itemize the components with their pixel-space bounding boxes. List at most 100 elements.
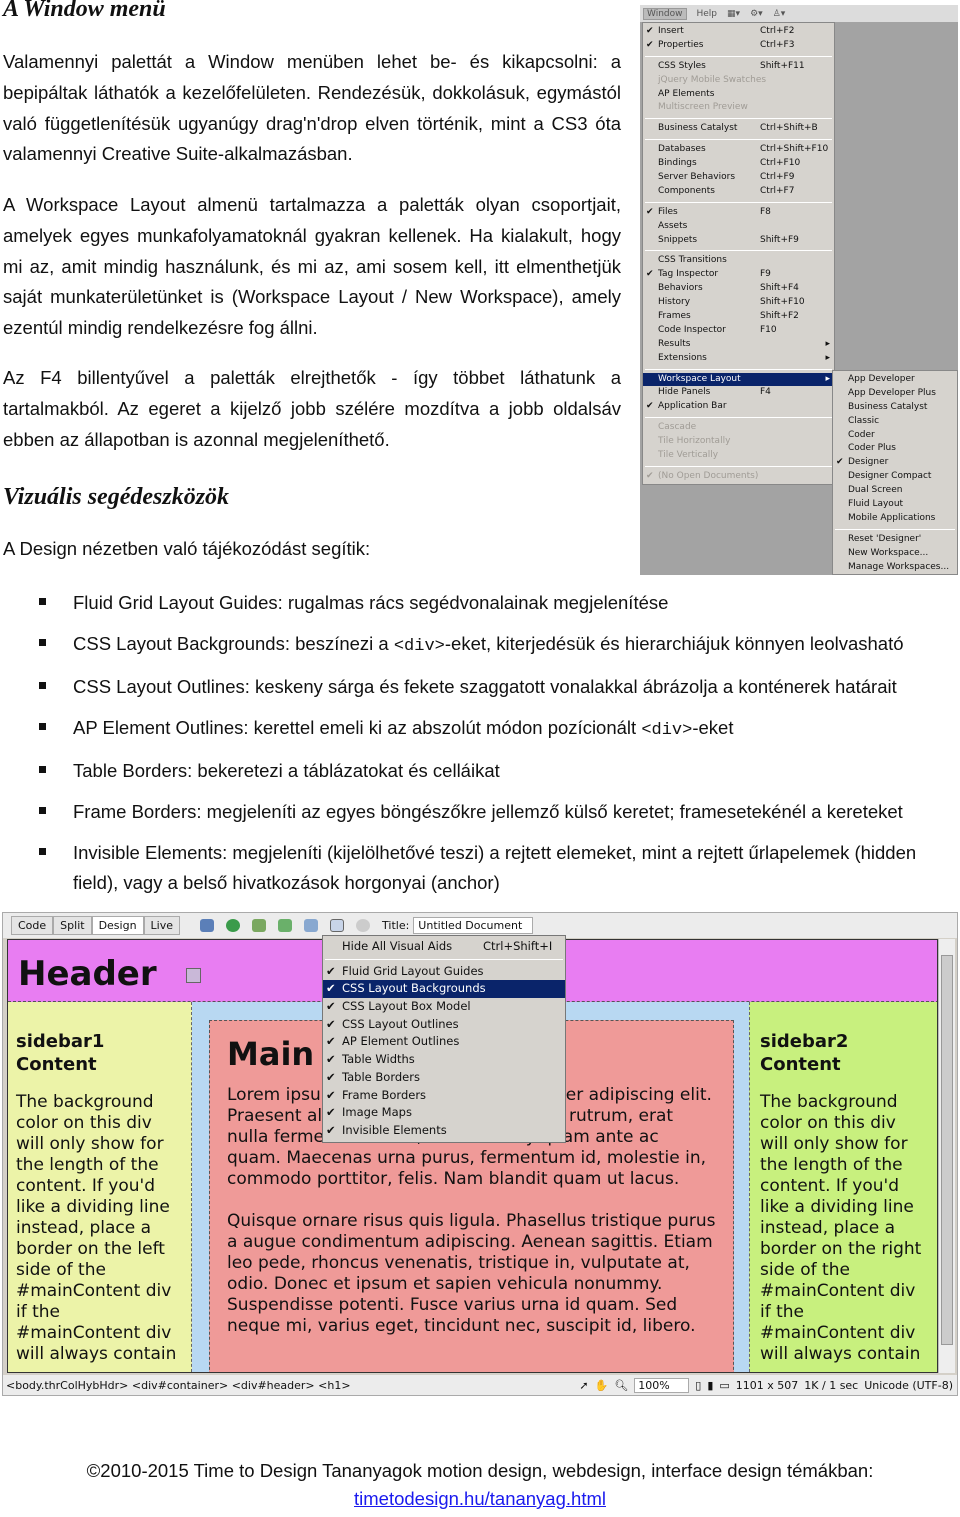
menu-item[interactable]: ✔ Invisible Elements xyxy=(323,1122,565,1140)
refresh-icon[interactable] xyxy=(356,919,371,932)
menubar-item[interactable]: ▦▾ xyxy=(727,9,740,19)
menu-item[interactable]: ✔ CSS Layout Outlines xyxy=(323,1016,565,1034)
bullet-text: Frame Borders: megjeleníti az egyes böng… xyxy=(73,800,903,822)
menu-item[interactable]: Snippets Shift+F9 xyxy=(643,234,834,248)
list-item: CSS Layout Outlines: keskeny sárga és fe… xyxy=(38,672,958,703)
file-management-icon[interactable] xyxy=(252,919,267,932)
menu-item[interactable]: Manage Workspaces... xyxy=(833,561,957,575)
multiscreen-icon[interactable] xyxy=(200,919,215,932)
menu-item[interactable]: ✔ Files F8 xyxy=(643,206,834,220)
menu-item-label: Properties xyxy=(658,39,704,50)
menu-item[interactable]: ✔ Tag Inspector F9 xyxy=(643,268,834,282)
menu-item[interactable]: Workspace Layout ▸ xyxy=(643,372,834,387)
menu-item-shortcut: Ctrl+F10 xyxy=(760,158,801,169)
view-options-icon[interactable] xyxy=(304,919,319,932)
menu-item[interactable]: ✔ Table Widths xyxy=(323,1051,565,1069)
menu-item[interactable]: History Shift+F10 xyxy=(643,296,834,310)
bullet-text: <div> xyxy=(641,720,693,740)
menu-item[interactable]: Mobile Applications xyxy=(833,512,957,526)
hand-tool-icon[interactable]: ✋ xyxy=(595,1379,609,1392)
menu-item[interactable]: Fluid Layout xyxy=(833,498,957,512)
menu-item[interactable]: Hide All Visual Aids Ctrl+Shift+I xyxy=(323,938,565,956)
tab-live[interactable]: Live xyxy=(143,916,181,935)
tablet-size-icon[interactable]: ▮ xyxy=(707,1379,713,1392)
menu-item[interactable]: Cascade xyxy=(643,421,834,435)
menubar-item[interactable]: ⚙▾ xyxy=(750,9,763,19)
menu-item[interactable]: Results ▸ xyxy=(643,338,834,352)
menu-item[interactable]: App Developer Plus xyxy=(833,387,957,401)
menu-item[interactable]: ✔ Frame Borders xyxy=(323,1087,565,1105)
menu-item[interactable]: Databases Ctrl+Shift+F10 xyxy=(643,143,834,157)
menu-item[interactable]: Assets xyxy=(643,220,834,234)
footer-text: ©2010-2015 Time to Design Tananyagok mot… xyxy=(86,1460,874,1481)
menu-item[interactable]: Frames Shift+F2 xyxy=(643,310,834,324)
menu-item[interactable]: ✔ Designer xyxy=(833,456,957,470)
menu-item[interactable]: Server Behaviors Ctrl+F9 xyxy=(643,171,834,185)
footer-link[interactable]: timetodesign.hu/tananyag.html xyxy=(354,1488,606,1509)
menu-item[interactable]: ✔ AP Element Outlines xyxy=(323,1033,565,1051)
menu-item-shortcut: F9 xyxy=(760,269,771,280)
menu-separator xyxy=(645,368,832,370)
menu-item[interactable]: ✔ Fluid Grid Layout Guides xyxy=(323,963,565,981)
menu-item[interactable]: Multiscreen Preview xyxy=(643,101,834,115)
menu-item[interactable]: Extensions ▸ xyxy=(643,352,834,366)
menu-item[interactable]: ✔ (No Open Documents) xyxy=(643,470,834,484)
menubar-item[interactable]: ♙▾ xyxy=(773,9,786,19)
menu-item[interactable]: Tile Vertically xyxy=(643,449,834,463)
menu-item[interactable]: ✔ Table Borders xyxy=(323,1069,565,1087)
menu-item-label: Invisible Elements xyxy=(342,1122,447,1137)
menu-item[interactable]: Bindings Ctrl+F10 xyxy=(643,157,834,171)
select-tool-icon[interactable]: ➚ xyxy=(579,1379,588,1392)
title-input[interactable]: Untitled Document xyxy=(413,917,534,934)
menu-item-shortcut: Shift+F10 xyxy=(760,297,805,308)
menu-item[interactable]: Coder xyxy=(833,429,957,443)
tag-selector[interactable]: <body.thrColHybHdr> <div#container> <div… xyxy=(6,1379,351,1392)
menu-item[interactable]: ✔ Application Bar xyxy=(643,400,834,414)
zoom-select[interactable]: 100% xyxy=(634,1377,690,1393)
menu-item[interactable]: Reset 'Designer' xyxy=(833,533,957,547)
debug-icon[interactable] xyxy=(278,919,293,932)
bullet-text: Table Borders: bekeretezi a táblázatokat… xyxy=(73,760,500,782)
desktop-size-icon[interactable]: ▭ xyxy=(719,1379,729,1392)
menu-item[interactable]: Business Catalyst Ctrl+Shift+B xyxy=(643,122,834,136)
menu-item[interactable]: Hide Panels F4 xyxy=(643,386,834,400)
menu-separator xyxy=(835,528,955,530)
menu-item[interactable]: New Workspace... xyxy=(833,547,957,561)
menu-item[interactable]: ✔ CSS Layout Backgrounds xyxy=(323,980,565,999)
tab-code[interactable]: Code xyxy=(11,916,54,935)
menu-item[interactable]: CSS Styles Shift+F11 xyxy=(643,60,834,74)
tab-design[interactable]: Design xyxy=(91,916,144,935)
menu-item[interactable]: ✔ Insert Ctrl+F2 xyxy=(643,25,834,39)
menubar-item[interactable]: Window xyxy=(643,7,687,20)
header-heading: Header xyxy=(18,954,157,994)
menu-item[interactable]: Tile Horizontally xyxy=(643,435,834,449)
menu-item[interactable]: Dual Screen xyxy=(833,484,957,498)
vertical-scrollbar[interactable] xyxy=(938,939,955,1373)
menu-item-shortcut: Shift+F9 xyxy=(760,234,799,245)
menu-item[interactable]: Behaviors Shift+F4 xyxy=(643,282,834,296)
menu-item-label: Classic xyxy=(848,415,880,426)
preview-globe-icon[interactable] xyxy=(226,919,241,932)
tab-split[interactable]: Split xyxy=(53,916,92,935)
menu-item[interactable]: ✔ Properties Ctrl+F3 xyxy=(643,39,834,53)
menu-item[interactable]: Classic xyxy=(833,415,957,429)
zoom-tool-icon[interactable]: 🔍︎ xyxy=(614,1379,628,1392)
menu-item[interactable]: App Developer xyxy=(833,373,957,387)
menu-item[interactable]: Coder Plus xyxy=(833,442,957,456)
menu-item[interactable]: jQuery Mobile Swatches xyxy=(643,74,834,88)
menu-item[interactable]: Components Ctrl+F7 xyxy=(643,185,834,199)
menubar-item[interactable]: Help xyxy=(697,9,718,19)
menu-item-shortcut: Shift+F11 xyxy=(760,60,805,71)
menu-item[interactable]: Designer Compact xyxy=(833,470,957,484)
menu-item-shortcut: Ctrl+Shift+B xyxy=(760,123,818,134)
menu-item[interactable]: AP Elements xyxy=(643,88,834,102)
mobile-size-icon[interactable]: ▯ xyxy=(695,1379,701,1392)
window-size[interactable]: 1101 x 507 xyxy=(736,1379,799,1392)
visual-aids-icon[interactable] xyxy=(330,919,345,932)
menu-item[interactable]: Business Catalyst xyxy=(833,401,957,415)
menu-item[interactable]: CSS Transitions xyxy=(643,254,834,268)
menu-item[interactable]: ✔ Image Maps xyxy=(323,1104,565,1122)
menu-item-shortcut: Ctrl+F3 xyxy=(760,39,795,50)
menu-item[interactable]: ✔ CSS Layout Box Model xyxy=(323,998,565,1016)
menu-item[interactable]: Code Inspector F10 xyxy=(643,324,834,338)
